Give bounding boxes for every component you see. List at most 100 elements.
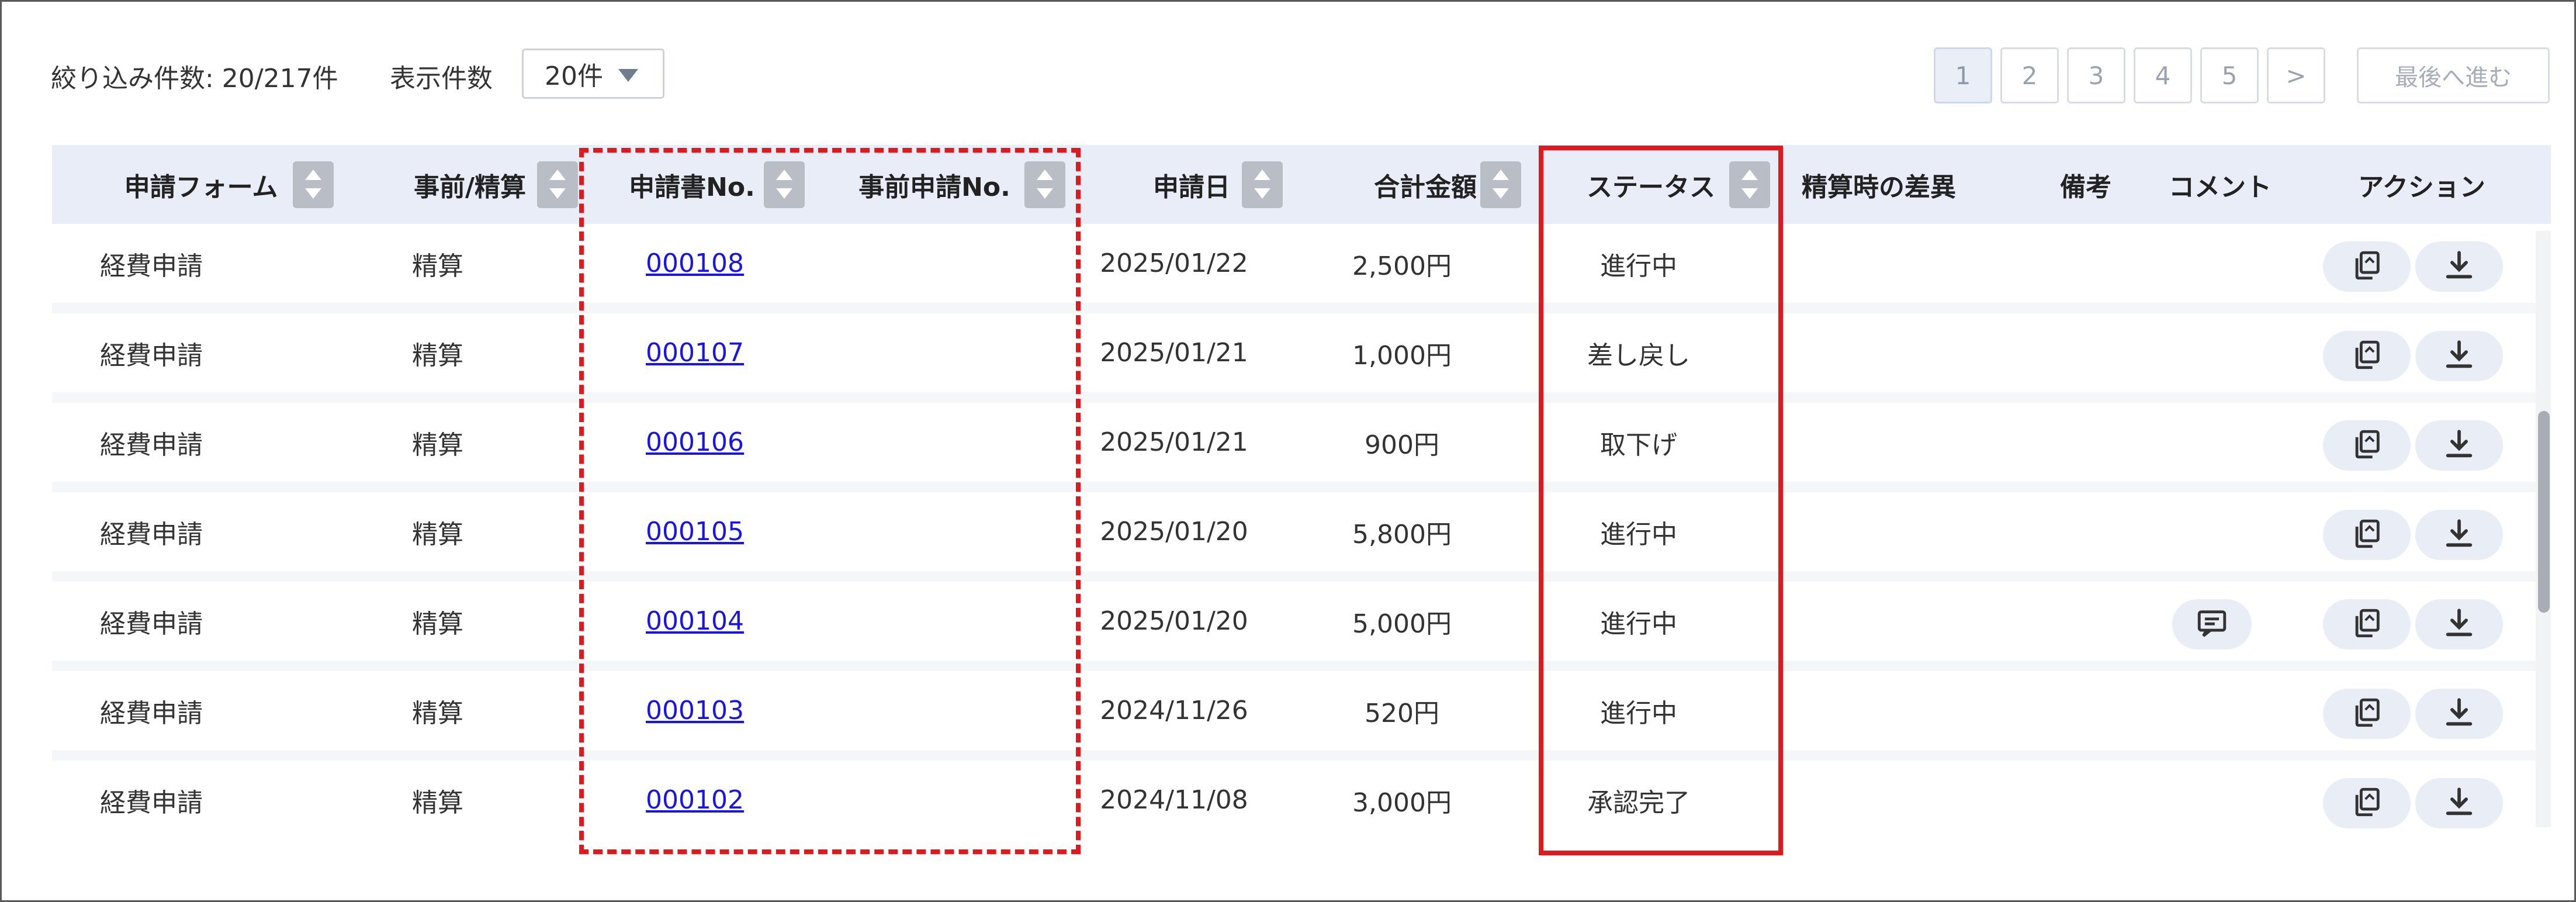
column-header-form[interactable]: 申請フォーム [122, 145, 280, 224]
download-button[interactable] [2415, 241, 2503, 292]
filter-count: 絞り込み件数: 20/217件 [51, 64, 338, 94]
page-button-4[interactable]: 4 [2134, 47, 2192, 103]
page-button-1[interactable]: 1 [1934, 47, 1992, 103]
cell-type: 精算 [412, 340, 463, 371]
copy-button[interactable] [2323, 510, 2411, 560]
cell-form: 経費申請 [100, 698, 203, 728]
cell-difference [1791, 224, 1966, 303]
cell-date: 2024/11/26 [1100, 696, 1248, 725]
page-button-3[interactable]: 3 [2067, 47, 2125, 103]
download-button[interactable] [2415, 778, 2503, 828]
cell-difference [1791, 671, 1966, 750]
table-row: 経費申請 精算 000106 2025/01/21 900円 取下げ [52, 403, 2536, 492]
cell-note [2051, 761, 2121, 832]
cell-note [2051, 403, 2121, 482]
copy-button[interactable] [2323, 241, 2411, 292]
copy-button[interactable] [2323, 778, 2411, 828]
download-button[interactable] [2415, 510, 2503, 560]
download-icon [2442, 696, 2476, 732]
cell-type: 精算 [412, 251, 463, 281]
page-size-value: 20件 [545, 61, 603, 91]
download-button[interactable] [2415, 420, 2503, 471]
download-icon [2442, 785, 2476, 821]
next-page-button[interactable]: > [2267, 47, 2325, 103]
cell-difference [1791, 582, 1966, 661]
download-icon [2442, 606, 2476, 642]
cell-amount: 5,800円 [1352, 519, 1452, 550]
cell-date: 2025/01/21 [1100, 427, 1248, 457]
highlight-status-column [1539, 146, 1783, 855]
download-button[interactable] [2415, 331, 2503, 381]
page-size-select[interactable]: 20件 [522, 49, 664, 99]
download-icon [2442, 517, 2476, 553]
cell-type: 精算 [412, 698, 463, 728]
comment-icon [2195, 606, 2229, 642]
sort-icon[interactable] [293, 161, 334, 208]
cell-difference [1791, 761, 1966, 832]
page-size-label: 表示件数 [390, 64, 493, 94]
cell-note [2051, 313, 2121, 392]
cell-form: 経費申請 [100, 787, 203, 818]
table-row: 経費申請 精算 000103 2024/11/26 520円 進行中 [52, 671, 2536, 761]
column-header-type[interactable]: 事前/精算 [403, 145, 537, 224]
cell-form: 経費申請 [100, 519, 203, 550]
copy-icon [2350, 606, 2384, 642]
download-icon [2442, 248, 2476, 285]
cell-date: 2025/01/22 [1100, 248, 1248, 278]
cell-amount: 5,000円 [1352, 609, 1452, 639]
column-header-date[interactable]: 申請日 [1133, 145, 1250, 224]
app-window: 絞り込み件数: 20/217件 表示件数 20件 1 2 3 4 5 > 最後へ… [0, 0, 2576, 902]
page-button-2[interactable]: 2 [2000, 47, 2059, 103]
download-icon [2442, 338, 2476, 374]
cell-amount: 2,500円 [1352, 251, 1452, 281]
column-header-note: 備考 [2060, 172, 2111, 202]
page-button-5[interactable]: 5 [2200, 47, 2259, 103]
copy-icon [2350, 338, 2384, 374]
table-header: 申請フォーム 事前/精算 申請書No. 事前申請No. 申請日 合計金額 ステー… [52, 145, 2551, 224]
cell-date: 2025/01/21 [1100, 338, 1248, 368]
cell-date: 2025/01/20 [1100, 606, 1248, 636]
column-header-comment: コメント [2169, 172, 2272, 202]
column-header-action: アクション [2358, 172, 2485, 202]
copy-icon [2350, 517, 2384, 553]
cell-type: 精算 [412, 787, 463, 818]
cell-note [2051, 224, 2121, 303]
copy-icon [2350, 427, 2384, 464]
copy-button[interactable] [2323, 331, 2411, 381]
download-icon [2442, 427, 2476, 464]
cell-amount: 3,000円 [1352, 787, 1452, 818]
cell-amount: 520円 [1365, 698, 1439, 728]
table-row: 経費申請 精算 000108 2025/01/22 2,500円 進行中 [52, 224, 2536, 313]
chevron-down-icon [618, 69, 638, 82]
download-button[interactable] [2415, 599, 2503, 649]
cell-note [2051, 492, 2121, 571]
column-header-difference: 精算時の差異 [1802, 172, 1956, 202]
copy-icon [2350, 248, 2384, 285]
cell-form: 経費申請 [100, 609, 203, 639]
last-page-button[interactable]: 最後へ進む [2357, 47, 2550, 103]
cell-difference [1791, 313, 1966, 392]
cell-type: 精算 [412, 519, 463, 550]
copy-button[interactable] [2323, 599, 2411, 649]
cell-amount: 1,000円 [1352, 340, 1452, 371]
cell-form: 経費申請 [100, 340, 203, 371]
cell-date: 2025/01/20 [1100, 517, 1248, 547]
cell-type: 精算 [412, 609, 463, 639]
table-body: 経費申請 精算 000108 2025/01/22 2,500円 進行中 経費申請 精算 000… [52, 224, 2536, 832]
cell-note [2051, 582, 2121, 661]
sort-icon[interactable] [537, 161, 578, 208]
cell-type: 精算 [412, 430, 463, 460]
sort-icon[interactable] [1480, 161, 1521, 208]
column-header-amount[interactable]: 合計金額 [1355, 145, 1495, 224]
cell-form: 経費申請 [100, 430, 203, 460]
copy-icon [2350, 696, 2384, 732]
table-row: 経費申請 精算 000104 2025/01/20 5,000円 進行中 [52, 582, 2536, 671]
copy-button[interactable] [2323, 420, 2411, 471]
download-button[interactable] [2415, 689, 2503, 739]
scrollbar-thumb[interactable] [2538, 411, 2550, 613]
copy-button[interactable] [2323, 689, 2411, 739]
table-row: 経費申請 精算 000107 2025/01/21 1,000円 差し戻し [52, 313, 2536, 403]
comment-button[interactable] [2172, 599, 2252, 649]
sort-icon[interactable] [1242, 161, 1283, 208]
cell-form: 経費申請 [100, 251, 203, 281]
